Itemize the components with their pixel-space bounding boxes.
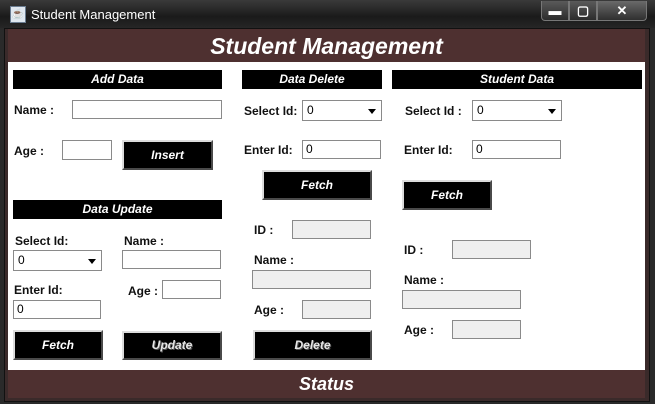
delete-age-label: Age : — [254, 303, 284, 317]
add-name-input[interactable] — [72, 100, 222, 119]
data-delete-heading: Data Delete — [242, 70, 382, 89]
delete-fetch-button[interactable]: Fetch — [262, 170, 372, 200]
student-select-id-value: 0 — [477, 103, 484, 117]
add-data-heading: Add Data — [13, 70, 222, 89]
chevron-down-icon — [548, 109, 556, 114]
update-enter-id-input[interactable]: 0 — [13, 300, 101, 319]
data-update-heading: Data Update — [13, 200, 222, 219]
add-name-label: Name : — [14, 103, 55, 117]
update-select-id-value: 0 — [18, 253, 25, 267]
update-name-label: Name : — [124, 234, 165, 248]
delete-enter-id-input[interactable]: 0 — [302, 140, 381, 159]
delete-id-label: ID : — [254, 223, 274, 237]
student-name-label: Name : — [404, 273, 445, 287]
java-app-icon: ☕ — [10, 6, 26, 23]
delete-name-field[interactable] — [252, 270, 371, 289]
student-age-label: Age : — [404, 323, 434, 337]
delete-id-field[interactable] — [292, 220, 371, 239]
delete-name-label: Name : — [254, 253, 295, 267]
student-select-id-label: Select Id : — [405, 104, 462, 118]
chevron-down-icon — [88, 259, 96, 264]
close-button[interactable]: ✕ — [597, 1, 647, 21]
delete-select-id-label: Select Id: — [244, 104, 298, 118]
content-panel: Add Data Name : Age : Insert Data Update… — [8, 62, 645, 370]
delete-button[interactable]: Delete — [253, 330, 372, 360]
student-data-heading: Student Data — [392, 70, 642, 89]
status-text: Status — [298, 374, 354, 394]
delete-age-field[interactable] — [302, 300, 371, 319]
maximize-icon: ▢ — [576, 2, 590, 18]
window-titlebar[interactable]: ☕ Student Management ▬ ▢ ✕ — [0, 0, 655, 28]
student-id-label: ID : — [404, 243, 424, 257]
update-enter-id-label: Enter Id: — [14, 283, 63, 297]
update-fetch-button[interactable]: Fetch — [13, 330, 103, 360]
update-age-input[interactable] — [162, 280, 221, 299]
chevron-down-icon — [368, 109, 376, 114]
delete-enter-id-label: Enter Id: — [244, 143, 293, 157]
update-select-id-label: Select Id: — [15, 234, 69, 248]
student-enter-id-label: Enter Id: — [404, 143, 453, 157]
header-bar: Student Management — [8, 29, 645, 62]
student-enter-id-input[interactable]: 0 — [472, 140, 561, 159]
student-age-field[interactable] — [452, 320, 521, 339]
maximize-button[interactable]: ▢ — [569, 1, 597, 21]
student-fetch-button[interactable]: Fetch — [402, 180, 492, 210]
page-title: Student Management — [210, 33, 443, 59]
close-icon: ✕ — [616, 2, 628, 18]
status-bar: Status — [8, 370, 645, 398]
minimize-button[interactable]: ▬ — [541, 1, 569, 21]
insert-button[interactable]: Insert — [122, 140, 213, 170]
window-title: Student Management — [31, 7, 156, 22]
add-age-input[interactable] — [62, 140, 112, 160]
window-controls: ▬ ▢ ✕ — [541, 1, 647, 21]
student-id-field[interactable] — [452, 240, 531, 259]
student-select-id-dropdown[interactable]: 0 — [472, 100, 562, 121]
delete-select-id-value: 0 — [307, 103, 314, 117]
update-age-label: Age : — [128, 284, 158, 298]
delete-select-id-dropdown[interactable]: 0 — [302, 100, 382, 121]
student-name-field[interactable] — [402, 290, 521, 309]
add-age-label: Age : — [14, 144, 44, 158]
update-button[interactable]: Update — [122, 331, 222, 360]
minimize-icon: ▬ — [548, 3, 562, 18]
update-select-id-dropdown[interactable]: 0 — [13, 250, 102, 271]
update-name-input[interactable] — [122, 250, 221, 269]
